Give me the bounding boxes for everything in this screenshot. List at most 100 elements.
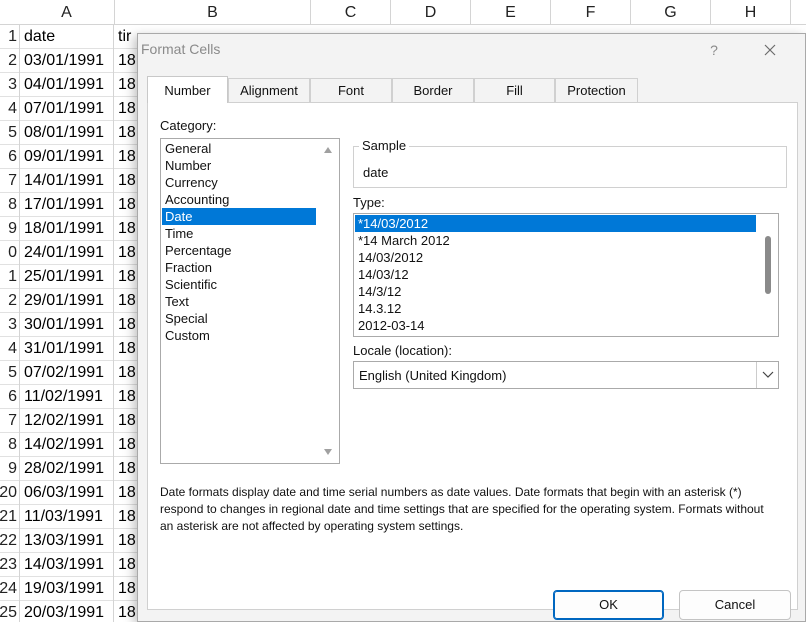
cell-date[interactable]: date	[19, 25, 114, 49]
row-number[interactable]: 4	[0, 97, 17, 121]
cell-date[interactable]: 17/01/1991	[19, 193, 114, 217]
cell-date[interactable]: 04/01/1991	[19, 73, 114, 97]
category-item-general[interactable]: General	[162, 140, 316, 157]
row-number[interactable]: 24	[0, 577, 17, 601]
row-number[interactable]: 2	[0, 289, 17, 313]
row-number[interactable]: 22	[0, 529, 17, 553]
row-number[interactable]: 9	[0, 457, 17, 481]
type-item[interactable]: 14/03/2012	[355, 249, 756, 266]
cell-date[interactable]: 06/03/1991	[19, 481, 114, 505]
category-item-date[interactable]: Date	[162, 208, 316, 225]
cell-date[interactable]: 19/03/1991	[19, 577, 114, 601]
category-item-currency[interactable]: Currency	[162, 174, 316, 191]
cell-date[interactable]: 25/01/1991	[19, 265, 114, 289]
cell-time[interactable]: 18	[115, 217, 139, 241]
row-number[interactable]: 23	[0, 553, 17, 577]
cell-date[interactable]: 14/02/1991	[19, 433, 114, 457]
scroll-down-icon[interactable]	[322, 446, 334, 458]
cell-date[interactable]: 13/03/1991	[19, 529, 114, 553]
column-header-g[interactable]: G	[631, 0, 711, 25]
type-item[interactable]: 14/3/12	[355, 283, 756, 300]
cell-time[interactable]: 18	[115, 73, 139, 97]
cell-date[interactable]: 09/01/1991	[19, 145, 114, 169]
ok-button[interactable]: OK	[553, 590, 664, 620]
row-number[interactable]: 1	[0, 25, 17, 49]
row-number[interactable]: 2	[0, 49, 17, 73]
cell-time[interactable]: 18	[115, 529, 139, 553]
column-header-e[interactable]: E	[471, 0, 551, 25]
cell-date[interactable]: 20/03/1991	[19, 601, 114, 622]
category-item-special[interactable]: Special	[162, 310, 316, 327]
row-number[interactable]: 20	[0, 481, 17, 505]
dialog-title-bar[interactable]: Format Cells ?	[138, 34, 805, 66]
row-number[interactable]: 7	[0, 169, 17, 193]
row-number[interactable]: 21	[0, 505, 17, 529]
tab-protection[interactable]: Protection	[555, 78, 638, 102]
type-item[interactable]: 14.3.12	[355, 300, 756, 317]
column-header-c[interactable]: C	[311, 0, 391, 25]
tab-number[interactable]: Number	[147, 76, 228, 103]
category-item-fraction[interactable]: Fraction	[162, 259, 316, 276]
column-header-d[interactable]: D	[391, 0, 471, 25]
cell-time[interactable]: 18	[115, 577, 139, 601]
cell-date[interactable]: 28/02/1991	[19, 457, 114, 481]
cell-date[interactable]: 30/01/1991	[19, 313, 114, 337]
type-scrollbar[interactable]	[758, 214, 778, 336]
locale-dropdown-button[interactable]	[756, 362, 778, 388]
tab-font[interactable]: Font	[310, 78, 392, 102]
cell-time[interactable]: 18	[115, 289, 139, 313]
cell-time[interactable]: 18	[115, 121, 139, 145]
cell-date[interactable]: 12/02/1991	[19, 409, 114, 433]
row-number[interactable]: 5	[0, 121, 17, 145]
row-number[interactable]: 1	[0, 265, 17, 289]
cell-date[interactable]: 11/03/1991	[19, 505, 114, 529]
cell-time[interactable]: 18	[115, 97, 139, 121]
cell-time[interactable]: 18	[115, 601, 139, 622]
help-button[interactable]: ?	[704, 40, 724, 60]
category-item-accounting[interactable]: Accounting	[162, 191, 316, 208]
row-number[interactable]: 0	[0, 241, 17, 265]
column-header-a[interactable]: A	[19, 0, 115, 25]
cell-time[interactable]: tir	[115, 25, 139, 49]
type-list[interactable]: *14/03/2012 *14 March 2012 14/03/2012 14/03…	[353, 213, 779, 337]
column-header-h[interactable]: H	[711, 0, 791, 25]
row-number[interactable]: 8	[0, 193, 17, 217]
cell-time[interactable]: 18	[115, 481, 139, 505]
type-item[interactable]: *14/03/2012	[355, 215, 756, 232]
row-number[interactable]: 25	[0, 601, 17, 622]
scroll-up-icon[interactable]	[322, 144, 334, 156]
tab-fill[interactable]: Fill	[474, 78, 555, 102]
cell-time[interactable]: 18	[115, 505, 139, 529]
category-list[interactable]: General Number Currency Accounting Date Time P…	[160, 138, 340, 464]
cell-date[interactable]: 14/03/1991	[19, 553, 114, 577]
cell-date[interactable]: 29/01/1991	[19, 289, 114, 313]
category-item-custom[interactable]: Custom	[162, 327, 316, 344]
cell-time[interactable]: 18	[115, 193, 139, 217]
cell-time[interactable]: 18	[115, 433, 139, 457]
cell-date[interactable]: 24/01/1991	[19, 241, 114, 265]
cell-time[interactable]: 18	[115, 49, 139, 73]
row-number[interactable]: 4	[0, 337, 17, 361]
type-item[interactable]: 2012-03-14	[355, 317, 756, 334]
cell-date[interactable]: 14/01/1991	[19, 169, 114, 193]
cell-time[interactable]: 18	[115, 265, 139, 289]
type-item[interactable]: 14/03/12	[355, 266, 756, 283]
cell-date[interactable]: 31/01/1991	[19, 337, 114, 361]
tab-alignment[interactable]: Alignment	[228, 78, 310, 102]
cell-time[interactable]: 18	[115, 313, 139, 337]
close-button[interactable]	[758, 38, 782, 62]
row-number[interactable]: 7	[0, 409, 17, 433]
cell-date[interactable]: 07/01/1991	[19, 97, 114, 121]
row-number[interactable]: 5	[0, 361, 17, 385]
row-number[interactable]: 6	[0, 385, 17, 409]
cell-time[interactable]: 18	[115, 385, 139, 409]
row-number[interactable]: 6	[0, 145, 17, 169]
cell-date[interactable]: 11/02/1991	[19, 385, 114, 409]
cell-time[interactable]: 18	[115, 457, 139, 481]
category-item-text[interactable]: Text	[162, 293, 316, 310]
row-number[interactable]: 8	[0, 433, 17, 457]
column-header-f[interactable]: F	[551, 0, 631, 25]
row-number[interactable]: 3	[0, 313, 17, 337]
category-item-number[interactable]: Number	[162, 157, 316, 174]
cell-time[interactable]: 18	[115, 145, 139, 169]
